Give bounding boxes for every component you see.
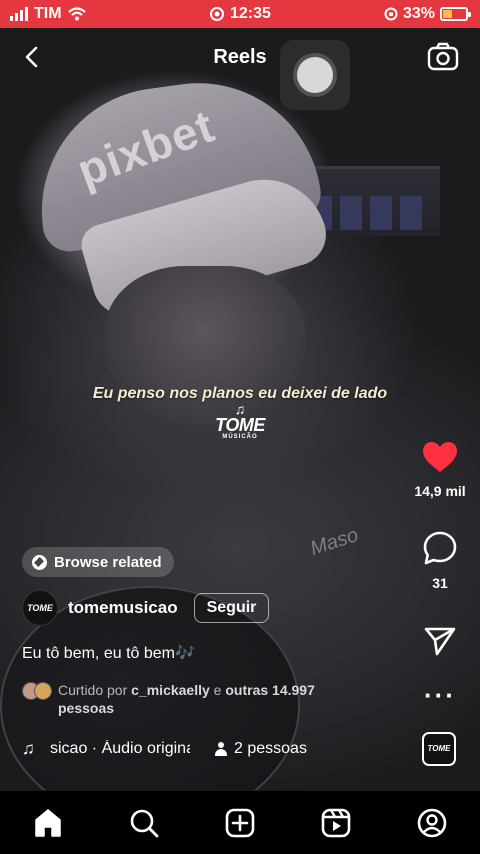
music-note-icon: ♫ (234, 401, 246, 417)
caption[interactable]: Eu tô bem, eu tô bem🎶 (22, 643, 195, 663)
audio-thumbnail[interactable]: TOME (422, 732, 456, 766)
page-title: Reels (213, 46, 267, 68)
browse-related-label: Browse related (54, 553, 162, 571)
more-options-icon[interactable]: ··· (400, 680, 480, 711)
compass-icon (32, 554, 47, 570)
bottom-nav (0, 790, 480, 854)
browse-related-button[interactable]: Browse related (22, 547, 174, 577)
liked-by-text: Curtido por c_mickaelly e outras 14.997 … (58, 682, 315, 716)
rotation-lock-icon (384, 7, 398, 21)
share-action (400, 625, 480, 662)
reels-header: Reels (0, 36, 480, 110)
carrier-label: TIM (34, 5, 62, 22)
reels-icon (321, 808, 351, 837)
battery-icon (440, 7, 471, 21)
signal-icon (10, 7, 28, 21)
create-icon (225, 808, 255, 837)
camera-icon[interactable] (426, 40, 460, 74)
send-icon[interactable] (423, 625, 457, 657)
status-bar: TIM 12:35 33% (0, 0, 480, 28)
nav-create[interactable] (220, 803, 260, 843)
screen-record-icon (210, 7, 224, 21)
like-action: 14,9 mil (400, 440, 480, 499)
liker-avatars (22, 682, 52, 717)
battery-percent: 33% (402, 5, 435, 22)
profile-icon (417, 808, 447, 837)
comment-action: 31 (400, 530, 480, 591)
people-count: 2 pessoas (234, 740, 307, 757)
nav-profile[interactable] (412, 803, 452, 843)
home-icon (35, 808, 61, 837)
like-count[interactable]: 14,9 mil (400, 483, 480, 499)
follow-button[interactable]: Seguir (193, 593, 270, 623)
nav-search[interactable] (124, 803, 164, 843)
music-note-icon: ♫ (22, 739, 35, 758)
audio-row: ♫ sicao · Áudio original 2 pessoas (22, 738, 307, 760)
heart-icon[interactable] (421, 440, 459, 474)
clock: 12:35 (230, 5, 271, 22)
wifi-icon (67, 7, 86, 21)
nav-reels[interactable] (316, 803, 356, 843)
nav-home[interactable] (28, 803, 68, 843)
author-row: TOME tomemusicao Seguir (22, 590, 270, 626)
avatar[interactable]: TOME (22, 590, 58, 626)
liked-by-others[interactable]: outras 14.997 (225, 682, 315, 698)
comment-count[interactable]: 31 (400, 575, 480, 591)
liked-by-row[interactable]: Curtido por c_mickaelly e outras 14.997 … (22, 681, 382, 717)
audio-track[interactable]: sicao · Áudio original (50, 740, 190, 758)
search-icon (130, 809, 159, 837)
author-username[interactable]: tomemusicao (68, 598, 178, 618)
audio-people[interactable]: 2 pessoas (214, 740, 307, 758)
watermark-name: TOME (215, 415, 265, 435)
screen-recording-indicator[interactable] (280, 40, 350, 110)
person-icon (214, 742, 228, 756)
comment-icon[interactable] (422, 530, 458, 566)
video-watermark: ♫ TOME MÚSICÃO (205, 402, 275, 440)
shirt-print: Maso (307, 524, 361, 561)
liked-by-user[interactable]: c_mickaelly (131, 682, 210, 698)
